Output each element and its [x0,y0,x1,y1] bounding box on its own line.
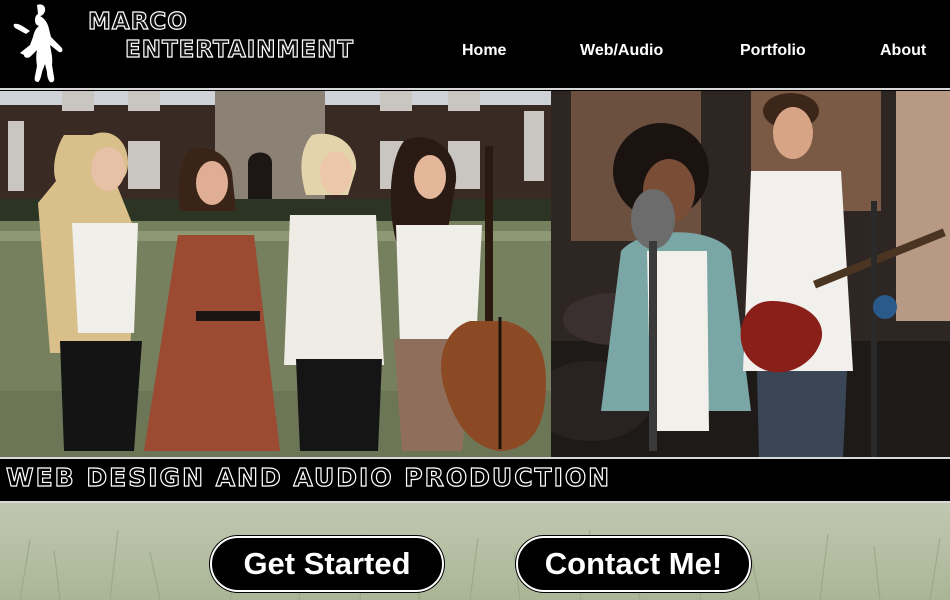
string-quartet-photo [0,91,551,458]
header-divider [0,88,950,90]
nav-web-audio[interactable]: Web/Audio [580,42,663,60]
tagline: WEB DESIGN AND AUDIO PRODUCTION [5,462,612,492]
nav-about[interactable]: About [880,42,926,60]
main-nav: Home Web/Audio Portfolio About [0,42,950,64]
grass-background [19,529,941,600]
nav-home[interactable]: Home [462,42,506,60]
cta-section: Get Started Contact Me! [0,503,950,600]
hero-banner [0,91,950,458]
recording-studio-photo [551,91,950,458]
tagline-band: WEB DESIGN AND AUDIO PRODUCTION [0,459,950,501]
brand-line-1: MARCO [87,8,188,35]
site-header: MARCO ENTERTAINMENT Home Web/Audio Portf… [0,0,950,88]
nav-portfolio[interactable]: Portfolio [740,42,806,60]
get-started-button[interactable]: Get Started [210,536,444,592]
contact-me-button[interactable]: Contact Me! [516,536,751,592]
